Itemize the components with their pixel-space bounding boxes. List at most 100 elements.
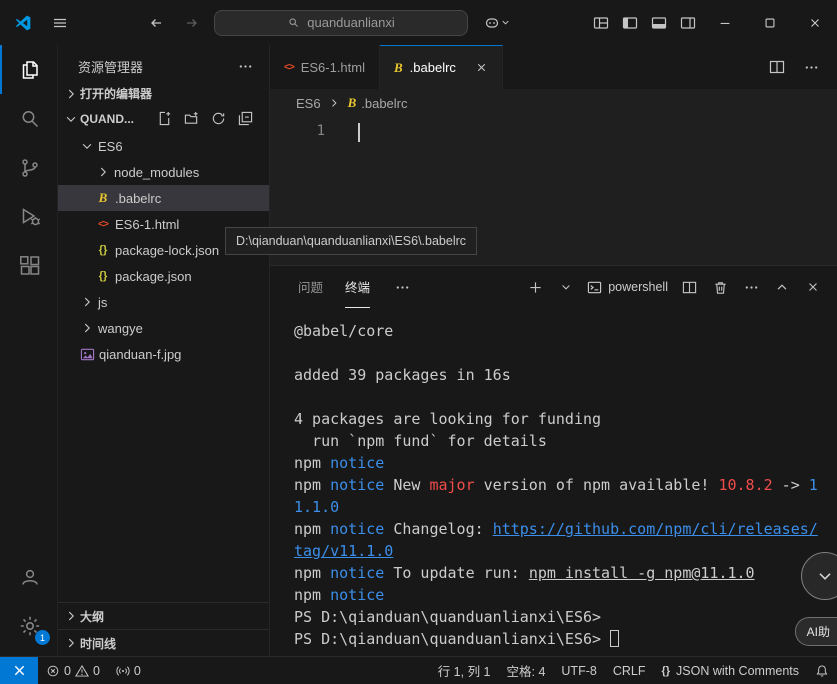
image-file-icon <box>78 347 96 362</box>
section-label: 大纲 <box>80 609 105 624</box>
html-file-icon: <> <box>284 62 295 73</box>
section-timeline[interactable]: 时间线 <box>58 629 269 656</box>
error-count: 0 <box>64 663 71 678</box>
panel-tab-terminal[interactable]: 终端 <box>345 266 371 308</box>
ports-status[interactable]: 0 <box>108 657 149 684</box>
section-outline[interactable]: 大纲 <box>58 602 269 629</box>
terminal-line: PS D:\qianduan\quanduanlianxi\ES6> <box>294 628 829 650</box>
explorer-sidebar: 资源管理器 打开的编辑器 QUAND... ES6 node_modules B… <box>58 45 270 656</box>
shell-label: powershell <box>608 280 668 294</box>
close-tab-icon[interactable] <box>475 61 488 74</box>
views-more-actions-icon[interactable] <box>235 56 255 76</box>
close-panel-icon[interactable] <box>803 277 823 297</box>
indentation-status[interactable]: 空格: 4 <box>499 657 554 684</box>
section-label: 打开的编辑器 <box>80 87 153 101</box>
breadcrumb-file[interactable]: .babelrc <box>361 96 407 111</box>
new-terminal-icon[interactable] <box>525 277 545 297</box>
panel-tab-problems[interactable]: 问题 <box>298 266 323 308</box>
refresh-icon[interactable] <box>208 109 228 129</box>
remote-indicator[interactable] <box>0 657 38 684</box>
titlebar-right <box>586 0 837 45</box>
tree-item-ES6[interactable]: ES6 <box>58 133 269 159</box>
settings-gear-icon[interactable]: 1 <box>0 601 57 650</box>
tree-item-label: .babelrc <box>115 190 162 206</box>
customize-layout-icon[interactable] <box>586 8 615 37</box>
account-icon[interactable] <box>0 552 57 601</box>
tab-es6-1-html[interactable]: <> ES6-1.html <box>270 45 380 89</box>
terminal-actions: powershell <box>525 277 823 297</box>
menu-icon[interactable] <box>50 13 70 33</box>
language-status[interactable]: {} JSON with Comments <box>653 657 807 684</box>
panel-more-actions-icon[interactable] <box>741 277 761 297</box>
minimize-button[interactable] <box>702 0 747 45</box>
editor-more-actions-icon[interactable] <box>801 57 821 77</box>
collapse-all-icon[interactable] <box>235 109 255 129</box>
launch-profile-chevron-icon[interactable] <box>556 277 576 297</box>
maximize-panel-icon[interactable] <box>772 277 792 297</box>
problems-status[interactable]: 0 0 <box>38 657 108 684</box>
tree-item-qianduan-f.jpg[interactable]: qianduan-f.jpg <box>58 341 269 367</box>
kill-terminal-icon[interactable] <box>710 277 730 297</box>
toggle-sidebar-icon[interactable] <box>615 8 644 37</box>
tree-item-label: wangye <box>98 320 143 336</box>
new-folder-icon[interactable] <box>181 109 201 129</box>
terminal-line: tag/v11.1.0 <box>294 542 394 560</box>
warning-count: 0 <box>92 663 100 678</box>
terminal-output[interactable]: @babel/core added 39 packages in 16s 4 p… <box>270 308 837 656</box>
tree-item-label: ES6-1.html <box>115 216 180 232</box>
eol-status[interactable]: CRLF <box>605 657 654 684</box>
source-control-icon[interactable] <box>0 143 57 192</box>
tab-label: ES6-1.html <box>300 60 365 75</box>
back-arrow-icon[interactable] <box>142 9 170 37</box>
chevron-right-icon <box>62 87 79 101</box>
html-file-icon: <> <box>98 218 109 230</box>
breadcrumb-folder[interactable]: ES6 <box>296 96 321 111</box>
tree-item-label: node_modules <box>114 164 200 180</box>
ai-assistant-tag[interactable]: AI助 <box>794 617 837 646</box>
close-window-button[interactable] <box>792 0 837 45</box>
toggle-panel-icon[interactable] <box>644 8 673 37</box>
forward-arrow-icon[interactable] <box>178 9 206 37</box>
chevron-right-icon <box>326 97 343 109</box>
run-debug-icon[interactable] <box>0 192 57 241</box>
search-view-icon[interactable] <box>0 94 57 143</box>
tree-item-package.json[interactable]: {} package.json <box>58 263 269 289</box>
new-file-icon[interactable] <box>154 109 174 129</box>
tree-item-label: package.json <box>115 268 192 284</box>
panel-more-tabs-icon[interactable] <box>392 277 412 297</box>
split-terminal-icon[interactable] <box>679 277 699 297</box>
explorer-icon[interactable] <box>0 45 57 94</box>
search-icon <box>287 16 300 29</box>
tree-item-node_modules[interactable]: node_modules <box>58 159 269 185</box>
split-editor-icon[interactable] <box>767 57 787 77</box>
section-open-editors[interactable]: 打开的编辑器 <box>58 81 269 106</box>
breadcrumb[interactable]: ES6 B .babelrc <box>270 89 837 117</box>
chevron-right-icon <box>94 165 111 179</box>
terminal-instance-powershell[interactable]: powershell <box>587 280 668 295</box>
section-workspace[interactable]: QUAND... <box>58 106 269 131</box>
tree-item-wangye[interactable]: wangye <box>58 315 269 341</box>
command-center-search[interactable]: quanduanlianxi <box>214 9 468 36</box>
tree-item-js[interactable]: js <box>58 289 269 315</box>
babel-file-icon: B <box>98 190 108 205</box>
error-icon <box>47 665 59 676</box>
tab-babelrc[interactable]: B .babelrc <box>380 45 503 89</box>
tree-item-label: package-lock.json <box>115 242 220 258</box>
maximize-button[interactable] <box>747 0 792 45</box>
sidebar-header: 资源管理器 <box>58 45 269 81</box>
chevron-right-icon <box>78 295 95 309</box>
terminal-line: npm notice <box>294 586 385 604</box>
activity-bar-bottom: 1 <box>0 552 57 656</box>
toggle-secondary-sidebar-icon[interactable] <box>673 8 702 37</box>
titlebar-center: quanduanlianxi <box>142 9 511 37</box>
copilot-button[interactable] <box>484 15 511 31</box>
terminal-line: @babel/core <box>294 322 394 340</box>
tree-item-.babelrc[interactable]: B .babelrc <box>58 185 269 211</box>
cursor-position-status[interactable]: 行 1, 列 1 <box>430 657 499 684</box>
tab-label: .babelrc <box>409 60 456 75</box>
encoding-status[interactable]: UTF-8 <box>553 657 604 684</box>
extensions-icon[interactable] <box>0 241 57 290</box>
notifications-bell-icon[interactable] <box>807 657 837 684</box>
json-file-icon: {} <box>98 270 108 282</box>
